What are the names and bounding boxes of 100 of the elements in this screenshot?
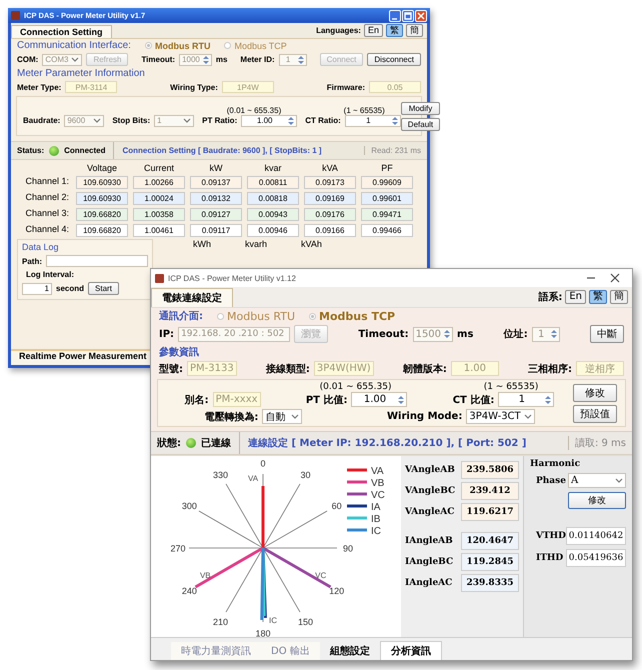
caret-icon <box>71 57 80 62</box>
row-label: Channel 2: <box>24 192 70 204</box>
tab[interactable]: 分析資訊 <box>380 641 442 660</box>
language-button[interactable]: En <box>364 24 383 37</box>
field-label: VAngleAC <box>405 507 454 517</box>
connection-info: 連線設定 [ Meter IP: 192.168.20.210 ], [ Port: 502 ] <box>247 436 528 450</box>
column-header: kW <box>208 163 224 173</box>
field-label: Firmware: <box>326 82 365 92</box>
dropdown[interactable]: A <box>568 473 626 488</box>
spin-field[interactable]: 1 <box>344 114 401 126</box>
action-button[interactable]: 修改 <box>573 384 617 402</box>
language-button[interactable]: 簡 <box>406 24 423 37</box>
angle-label: 300 <box>182 500 197 510</box>
legend-item: VC <box>347 490 385 500</box>
field-label: 韌體版本: <box>402 362 447 376</box>
readout-field: 0.01140642 <box>566 527 626 545</box>
field-label: 狀態: <box>157 436 181 450</box>
unit-label: ms <box>216 55 228 64</box>
angle-label: 60 <box>332 500 342 510</box>
action-button[interactable]: Default <box>400 118 440 130</box>
radio-option[interactable]: Modbus RTU <box>144 40 210 50</box>
input-field[interactable]: 1 <box>22 282 52 294</box>
row-label: Channel 3: <box>24 208 70 220</box>
range-hint: (1 ~ 65535) <box>484 382 538 392</box>
spin-field[interactable]: 1 <box>498 392 554 407</box>
table-cell: 0.99466 <box>361 224 413 237</box>
field-label: 型號: <box>159 362 183 376</box>
angle-label: 90 <box>343 543 353 553</box>
range-hint: (0.01 ~ 655.35) <box>320 382 392 392</box>
read-time: Read: 231 ms <box>364 146 427 155</box>
tab[interactable]: 電錶連線設定 <box>151 288 233 307</box>
action-button[interactable]: Disconnect <box>367 53 421 66</box>
language-button[interactable]: En <box>565 290 586 304</box>
table-cell: 0.09132 <box>190 192 242 205</box>
action-button[interactable]: Modify <box>400 102 440 114</box>
radio-option[interactable]: Modbus TCP <box>309 310 396 322</box>
field-label: Timeout: <box>358 328 409 340</box>
spin-arrows-icon <box>545 394 552 404</box>
field-label: Timeout: <box>141 55 176 64</box>
table-cell: 0.99601 <box>361 192 413 205</box>
field-label: IAngleAC <box>405 578 452 588</box>
caret-icon <box>183 118 192 123</box>
language-button[interactable]: 簡 <box>610 290 628 304</box>
table-cell: 0.00811 <box>247 176 299 189</box>
table-cell: 1.00024 <box>133 192 185 205</box>
spin-arrows-icon <box>550 329 557 339</box>
status-text: Connected <box>64 146 106 155</box>
action-button[interactable]: 預設值 <box>573 404 617 422</box>
field-label: Wiring Mode: <box>387 411 462 422</box>
language-button[interactable]: 繁 <box>589 290 607 304</box>
unit-label: second <box>56 284 84 293</box>
table-cell: 1.00461 <box>133 224 185 237</box>
readout-field: 119.6217 <box>461 503 519 521</box>
table-cell: 0.09127 <box>190 208 242 221</box>
column-header: Voltage <box>86 163 118 173</box>
readout-field: 1.00 <box>450 361 499 376</box>
input-field[interactable] <box>46 255 148 267</box>
close-icon[interactable] <box>610 273 620 283</box>
field-label: COM: <box>17 55 38 64</box>
table-cell: 0.99609 <box>361 176 413 189</box>
readout-field: PM-3114 <box>65 81 118 93</box>
tab[interactable]: 組態設定 <box>320 642 380 660</box>
read-time: 讀取: 9 ms <box>568 436 632 450</box>
field-label: 別名: <box>184 394 209 406</box>
window-title: ICP DAS - Power Meter Utility v1.12 <box>168 274 297 282</box>
maximize-icon[interactable] <box>402 10 414 22</box>
action-button[interactable]: 修改 <box>568 492 626 509</box>
column-header: kVAh <box>301 239 322 249</box>
column-header: kvarh <box>245 239 268 249</box>
field-label: VAngleAB <box>405 465 455 475</box>
section-heading: Data Log <box>22 242 60 252</box>
spin-field[interactable]: 1.00 <box>351 392 408 407</box>
vector-label: VC <box>315 570 326 580</box>
action-button[interactable]: 中斷 <box>590 325 624 343</box>
action-button[interactable]: Start <box>88 282 119 295</box>
readout-field: PM-3133 <box>187 361 237 376</box>
tab[interactable]: Connection Setting <box>11 25 112 38</box>
field-label: Status: <box>17 146 44 155</box>
status-text: 已連線 <box>201 436 231 450</box>
section-heading: 參數資訊 <box>159 346 199 359</box>
field-label: IAngleBC <box>405 557 454 567</box>
readout-field: 239.412 <box>461 482 519 500</box>
table-cell: 1.00266 <box>133 176 185 189</box>
dropdown[interactable]: 3P4W-3CT <box>466 409 535 424</box>
readout-field: 0.05419636 <box>566 549 626 567</box>
field-label: 語系: <box>538 290 562 304</box>
caret-icon <box>291 414 300 419</box>
angle-label: 330 <box>212 469 228 480</box>
minimize-icon[interactable] <box>389 10 401 22</box>
connection-info: Connection Setting [ Baudrate: 9600 ], [ StopBits: 1 ] <box>121 146 323 155</box>
legend-item: VA <box>347 466 384 476</box>
field-label: 電壓轉換為: <box>204 410 258 424</box>
vector-label: VB <box>200 570 211 580</box>
range-hint: (0.01 ~ 655.35) <box>226 106 282 114</box>
field-label: Baudrate: <box>23 116 60 125</box>
dropdown[interactable]: 自動 <box>262 409 302 424</box>
language-button[interactable]: 繁 <box>386 24 403 37</box>
section-heading: Harmonic <box>530 459 582 469</box>
field-label: CT Ratio: <box>305 116 341 125</box>
spin-field[interactable]: 1.00 <box>241 114 298 126</box>
